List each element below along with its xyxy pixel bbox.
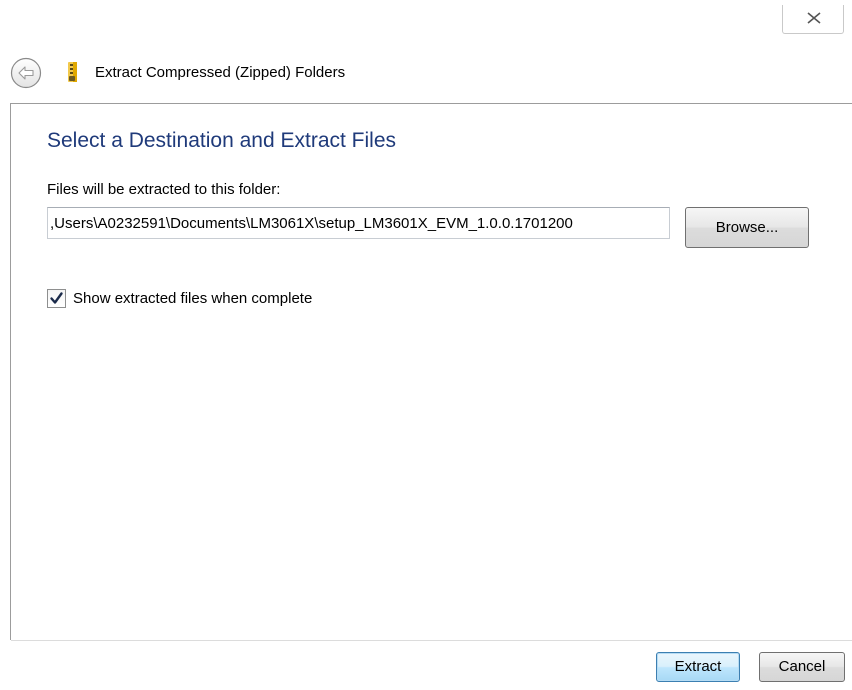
window-title: Extract Compressed (Zipped) Folders [95, 64, 346, 81]
cancel-button[interactable]: Cancel [759, 652, 845, 682]
destination-path-input[interactable] [48, 208, 669, 238]
show-files-checkbox[interactable] [47, 289, 66, 308]
back-arrow-icon [10, 57, 42, 89]
destination-path-field[interactable] [47, 207, 670, 239]
window-header: Extract Compressed (Zipped) Folders [0, 55, 852, 95]
close-icon [807, 12, 821, 24]
browse-button[interactable]: Browse... [685, 207, 809, 248]
footer-divider [11, 640, 852, 641]
checkmark-icon [50, 292, 63, 304]
zip-folder-icon [68, 62, 77, 82]
destination-label: Files will be extracted to this folder: [47, 181, 281, 198]
page-title: Select a Destination and Extract Files [47, 129, 397, 152]
show-files-label[interactable]: Show extracted files when complete [73, 290, 312, 307]
back-button[interactable] [10, 57, 42, 89]
extract-button[interactable]: Extract [656, 652, 740, 682]
close-button[interactable] [782, 5, 844, 34]
